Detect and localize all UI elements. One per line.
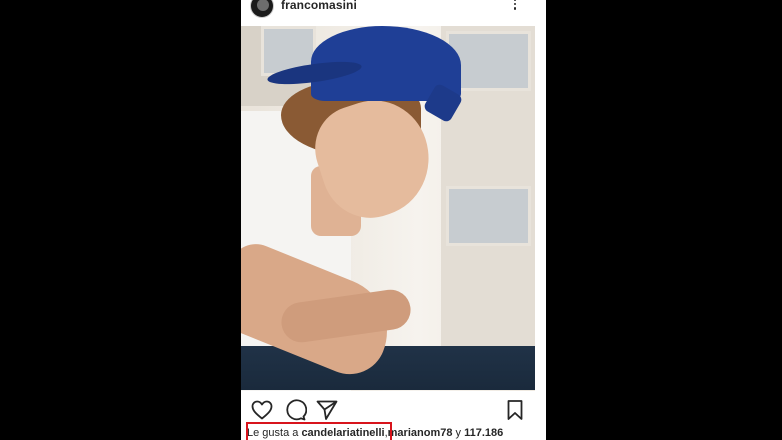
avatar[interactable] <box>250 0 274 18</box>
bookmark-icon[interactable] <box>503 398 527 422</box>
photo-railing <box>241 346 535 390</box>
instagram-post-screen: francomasini Le gusta a candelariatinell… <box>241 0 546 440</box>
comment-icon[interactable] <box>283 398 307 422</box>
likes-user-2[interactable]: marianom78 <box>388 427 453 439</box>
post-actions <box>241 398 546 424</box>
highlight-box <box>246 422 392 440</box>
send-icon[interactable] <box>315 398 339 422</box>
heart-icon[interactable] <box>250 398 274 422</box>
post-photo[interactable] <box>241 26 535 391</box>
likes-conjunction: y <box>455 427 462 439</box>
post-header: francomasini <box>241 0 546 22</box>
post-username[interactable]: francomasini <box>281 0 357 12</box>
likes-count[interactable]: 117.186 <box>464 427 503 439</box>
more-vertical-icon[interactable] <box>507 0 523 12</box>
